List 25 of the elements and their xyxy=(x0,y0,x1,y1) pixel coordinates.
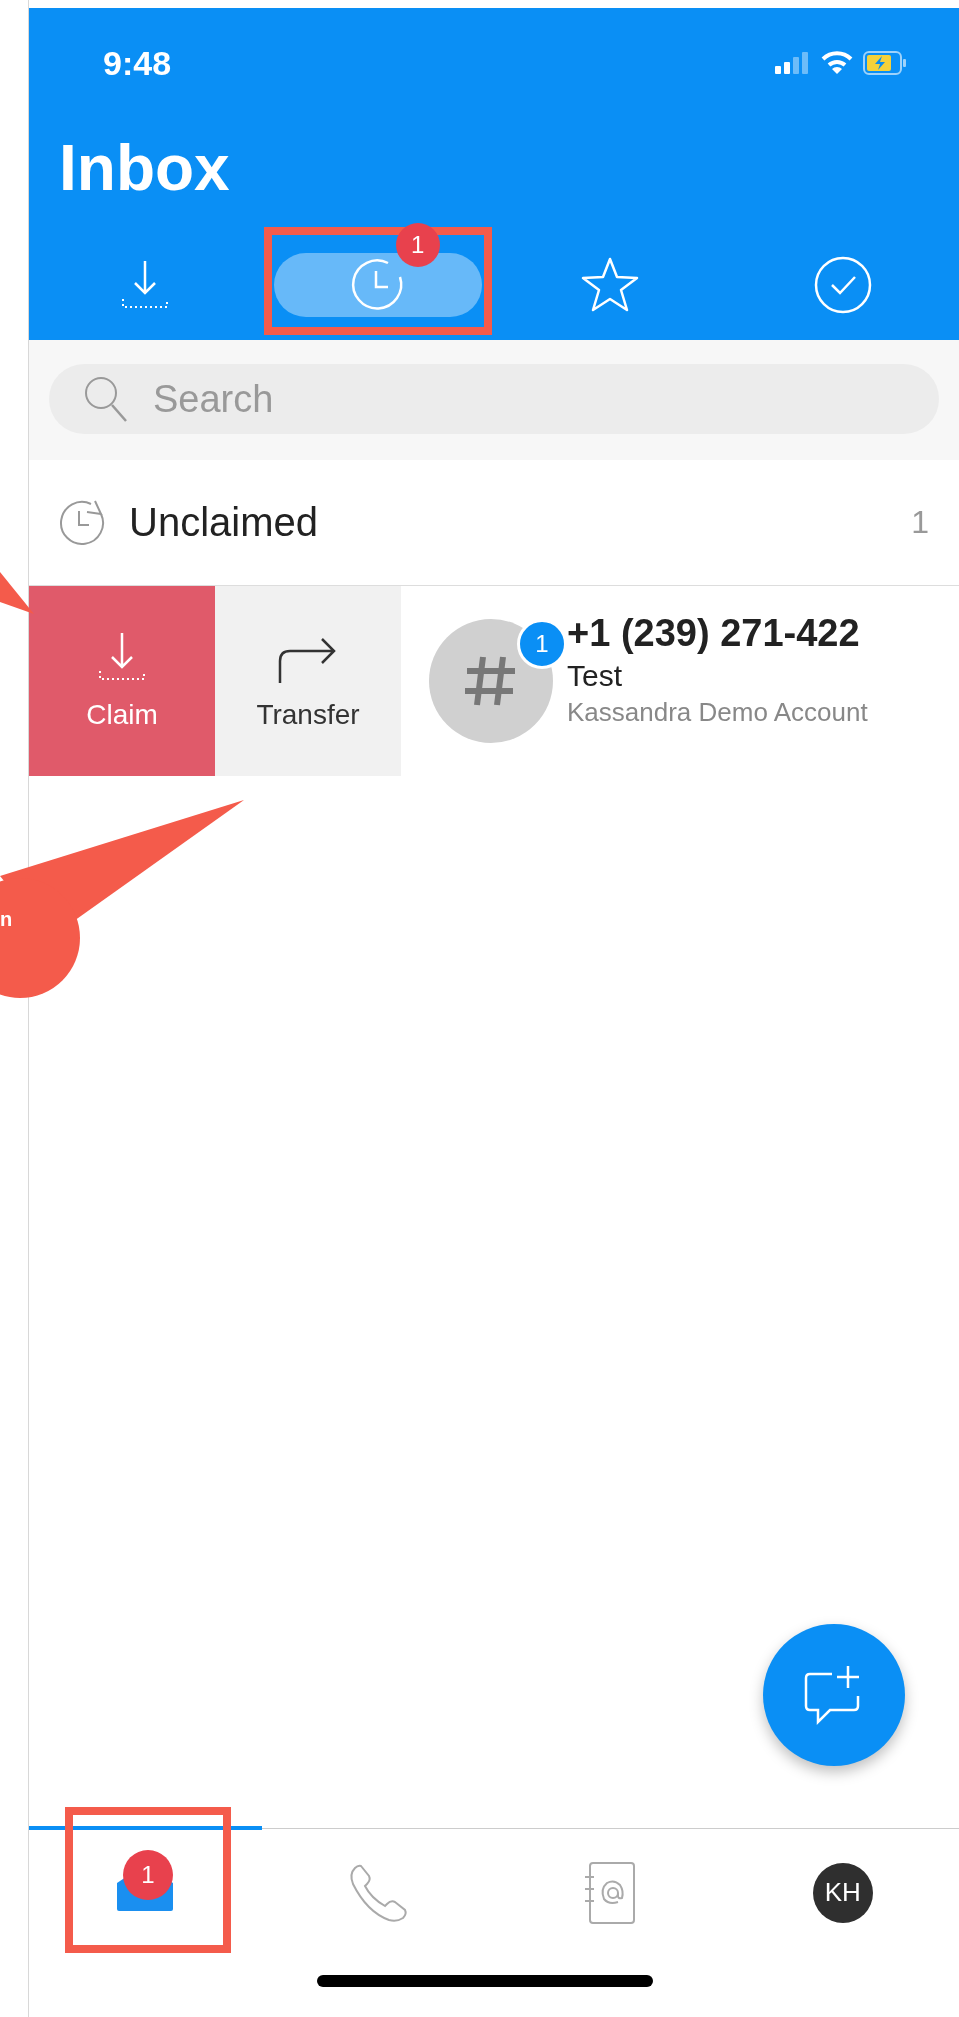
section-title: Unclaimed xyxy=(129,500,319,545)
new-message-button[interactable] xyxy=(763,1624,905,1766)
check-circle-icon xyxy=(812,255,873,315)
user-avatar: KH xyxy=(812,1862,873,1923)
pointer-arrow xyxy=(0,572,36,616)
filter-tab[interactable] xyxy=(273,253,482,317)
message-subject: Test xyxy=(567,659,624,693)
wifi-icon xyxy=(821,51,853,75)
unread-badge: 1 xyxy=(517,619,567,669)
nav-tab[interactable]: KH xyxy=(726,1826,959,1955)
account-name: Kassandra Demo Account xyxy=(567,697,868,728)
section-count: 1 xyxy=(911,504,929,541)
transfer-button[interactable]: Transfer xyxy=(215,586,401,776)
count-badge: 1 xyxy=(123,1850,173,1900)
search-icon xyxy=(83,375,129,423)
inbox-title: Inbox xyxy=(59,131,231,206)
phone-number: +1 (239) 271-422 xyxy=(567,612,861,655)
search-field[interactable]: Search xyxy=(49,364,939,434)
claim-button[interactable]: Claim xyxy=(29,586,215,776)
count-badge: 1 xyxy=(395,223,440,267)
callout-text: n xyxy=(0,908,13,931)
status-time: 9:48 xyxy=(103,43,172,83)
nav-tab[interactable]: 1 xyxy=(29,1826,262,1955)
battery-icon xyxy=(863,51,907,75)
signal-icon xyxy=(775,52,811,74)
